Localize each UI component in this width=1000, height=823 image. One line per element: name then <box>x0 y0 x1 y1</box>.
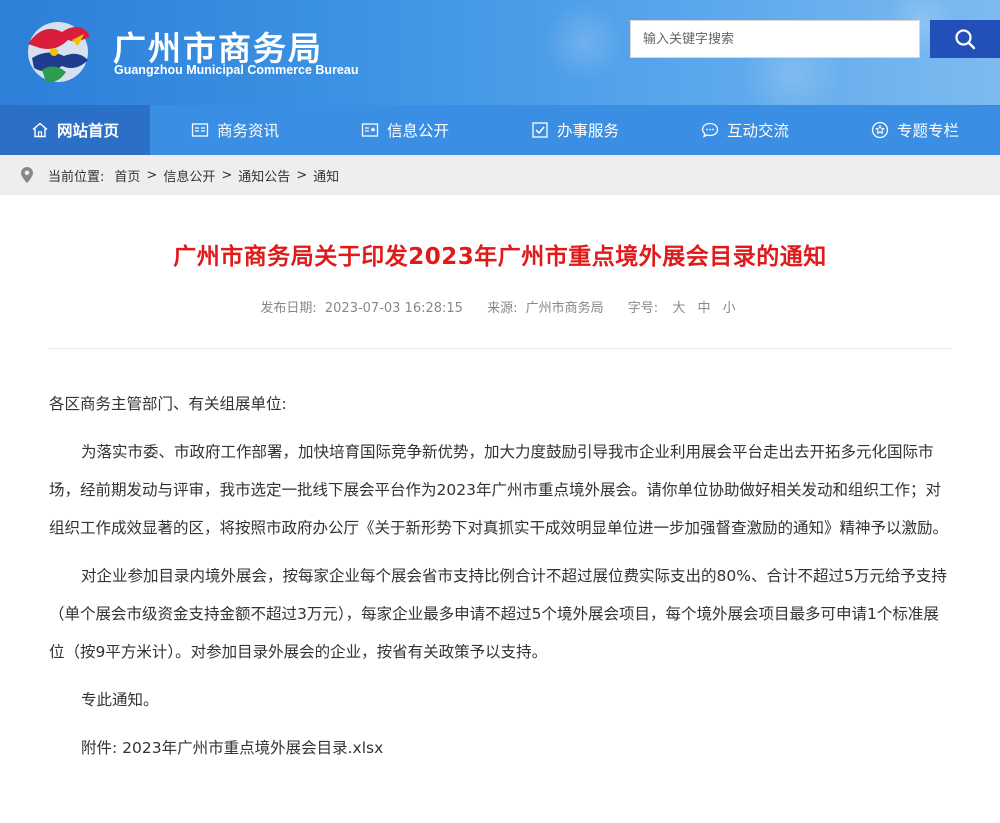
nav-item-label: 专题专栏 <box>896 122 959 140</box>
breadcrumb-notice[interactable]: 通知 <box>313 166 339 185</box>
breadcrumb-info[interactable]: 信息公开 <box>163 166 215 185</box>
nav-item-home[interactable]: 网站首页 <box>0 105 150 155</box>
attachment-link[interactable]: 2023年广州市重点境外展会目录.xlsx <box>122 739 383 757</box>
nav-item-label: 办事服务 <box>556 122 619 140</box>
search-input[interactable] <box>630 20 920 58</box>
meta-divider <box>49 348 951 349</box>
article-meta: 发布日期: 2023-07-03 16:28:15 来源: 广州市商务局 字号:… <box>0 297 1000 316</box>
article-paragraph: 为落实市委、市政府工作部署，加快培育国际竞争新优势，加大力度鼓励引导我市企业利用… <box>49 443 949 537</box>
nav-item-label: 互动交流 <box>726 122 789 140</box>
breadcrumb-prefix: 当前位置: <box>48 169 105 185</box>
nav-item-news[interactable]: 商务资讯 <box>150 105 320 155</box>
location-pin-icon <box>20 166 34 184</box>
attachment-label: 附件: <box>81 739 118 757</box>
nav-item-label: 网站首页 <box>56 122 119 140</box>
nav-item-special[interactable]: 专题专栏 <box>830 105 1000 155</box>
article-title: 广州市商务局关于印发2023年广州市重点境外展会目录的通知 <box>173 244 827 270</box>
attachment-line: 附件: 2023年广州市重点境外展会目录.xlsx <box>49 729 952 767</box>
font-size-control: 字号: 大 中 小 <box>628 301 740 316</box>
main-nav: 网站首页 商务资讯 信息公开 办事服务 互动交流 专题专栏 <box>0 105 1000 155</box>
star-icon <box>871 121 889 139</box>
service-icon <box>532 122 548 138</box>
nav-item-label: 信息公开 <box>386 122 449 140</box>
source-value: 广州市商务局 <box>525 301 604 316</box>
nav-item-info[interactable]: 信息公开 <box>320 105 490 155</box>
article-paragraph: 对企业参加目录内境外展会，按每家企业每个展会省市支持比例合计不超过展位费实际支出… <box>49 567 947 661</box>
article-closing: 专此通知。 <box>81 691 159 709</box>
breadcrumb-separator: > <box>296 167 308 183</box>
font-size-medium[interactable]: 中 <box>697 301 710 316</box>
chat-icon <box>701 122 719 138</box>
nav-item-service[interactable]: 办事服务 <box>490 105 660 155</box>
breadcrumb-home[interactable]: 首页 <box>114 166 140 185</box>
article-source: 来源: 广州市商务局 <box>487 301 608 316</box>
info-icon <box>361 123 379 137</box>
site-logo-icon[interactable] <box>18 14 98 92</box>
site-subtitle: Guangzhou Municipal Commerce Bureau <box>114 63 359 77</box>
publish-date-label: 发布日期: <box>260 301 317 316</box>
breadcrumb-notices[interactable]: 通知公告 <box>238 166 290 185</box>
breadcrumb-separator: > <box>146 167 158 183</box>
font-size-label: 字号: <box>627 301 659 316</box>
search-button[interactable] <box>930 20 1000 58</box>
news-icon <box>191 123 209 137</box>
breadcrumb: 当前位置: 首页 > 信息公开 > 通知公告 > 通知 <box>0 155 1000 195</box>
source-label: 来源: <box>487 301 518 316</box>
publish-date-value: 2023-07-03 16:28:15 <box>324 301 463 316</box>
nav-item-interact[interactable]: 互动交流 <box>660 105 830 155</box>
site-header: 广州市商务局 Guangzhou Municipal Commerce Bure… <box>0 0 1000 105</box>
home-icon <box>32 122 48 138</box>
search-icon <box>955 29 976 50</box>
breadcrumb-separator: > <box>221 167 233 183</box>
article-body: 各区商务主管部门、有关组展单位: 为落实市委、市政府工作部署，加快培育国际竞争新… <box>0 385 1000 767</box>
article-salutation: 各区商务主管部门、有关组展单位: <box>49 395 287 413</box>
publish-date: 发布日期: 2023-07-03 16:28:15 <box>260 301 467 316</box>
font-size-small[interactable]: 小 <box>723 301 736 316</box>
nav-item-label: 商务资讯 <box>216 122 279 140</box>
font-size-large[interactable]: 大 <box>672 301 685 316</box>
